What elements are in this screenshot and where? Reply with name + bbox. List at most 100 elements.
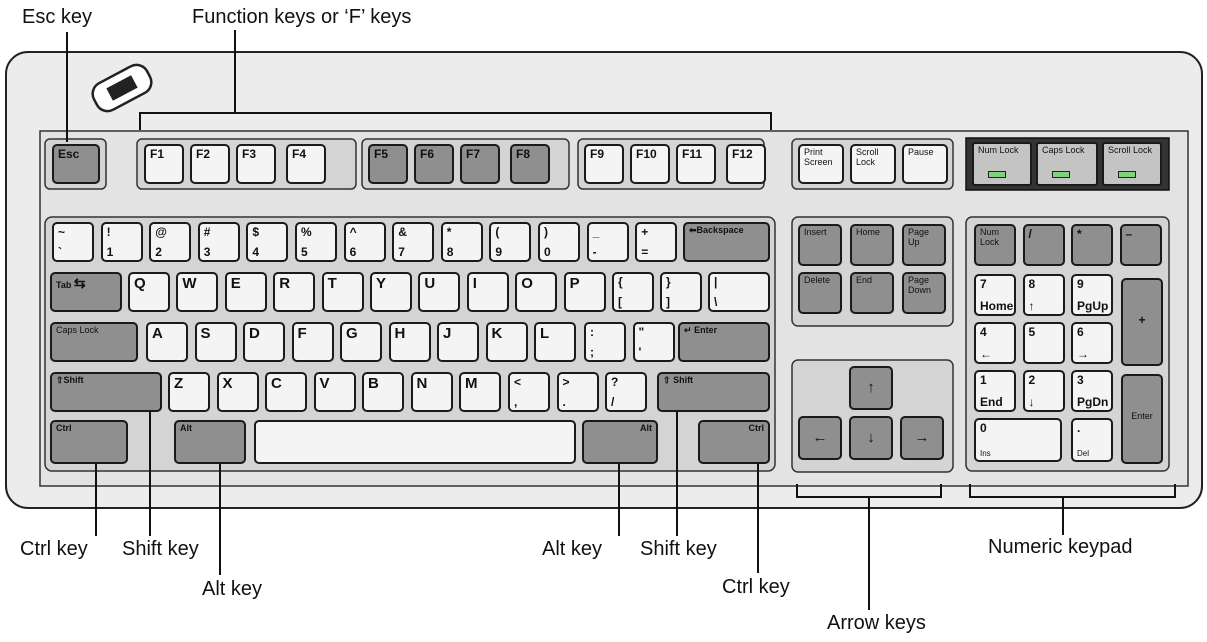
enter-key[interactable]: ↵ Enter [678,322,770,362]
number-row-key-2[interactable]: @2 [149,222,192,262]
letter-key-v[interactable]: V [313,372,356,412]
punctuation-key-home-1[interactable]: " ' [632,322,675,362]
letter-key-c[interactable]: C [265,372,307,412]
left-ctrl-key[interactable]: Ctrl [50,420,128,464]
number-row-key-8[interactable]: * 8 [440,222,483,262]
f3-key[interactable]: F3 [236,144,276,184]
print-screen-key[interactable]: Print Screen [798,144,844,184]
number-row-key-1[interactable]: ! 1 [100,222,143,262]
letter-key-s[interactable]: S [194,322,237,362]
numpad-enter-key[interactable]: Enter [1121,374,1163,464]
punctuation-key-bottom-2[interactable]: ? / [605,372,647,412]
bracket-key-1[interactable]: }] [660,272,702,312]
down-arrow-key[interactable]: ↓ [849,416,893,460]
home-key[interactable]: Home [850,224,894,266]
left-alt-key[interactable]: Alt [174,420,246,464]
numpad-minus-key[interactable]: – [1119,224,1162,266]
letter-key-t[interactable]: T [321,272,364,312]
number-row-key-6[interactable]: ^ 6 [343,222,386,262]
right-arrow-key[interactable]: → [900,416,944,460]
letter-key-n[interactable]: N [410,372,453,412]
scroll-lock-key[interactable]: Scroll Lock [850,144,896,184]
left-shift-key[interactable]: ⇧Shift [50,372,162,412]
f4-key[interactable]: F4 [286,144,326,184]
numpad-1-key[interactable]: 1 End [974,370,1016,412]
letter-key-j[interactable]: J [437,322,479,362]
numpad-num-lock-key[interactable]: Num Lock [974,224,1016,266]
letter-key-p[interactable]: P [563,272,606,312]
letter-key-i[interactable]: I [466,272,509,312]
letter-key-m[interactable]: M [459,372,501,412]
delete-key[interactable]: Delete [798,272,842,314]
letter-key-b[interactable]: B [362,372,404,412]
f5-key[interactable]: F5 [368,144,408,184]
letter-key-a[interactable]: A [146,322,188,362]
f12-key[interactable]: F12 [726,144,766,184]
f11-key[interactable]: F11 [676,144,716,184]
letter-key-d[interactable]: D [243,322,285,362]
f7-key[interactable]: F7 [460,144,500,184]
numpad-6-key[interactable]: 6 → [1071,322,1113,364]
numpad-dot-key[interactable]: . Del [1071,418,1113,462]
punctuation-key-bottom-0[interactable]: <, [508,372,550,412]
f8-key[interactable]: F8 [510,144,550,184]
up-arrow-key[interactable]: ↑ [849,366,893,410]
numpad-0-key[interactable]: 0 Ins [974,418,1062,462]
caps-lock-key[interactable]: Caps Lock [50,322,138,362]
numpad-multiply-key[interactable]: * [1071,224,1113,266]
letter-key-f[interactable]: F [291,322,334,362]
punctuation-key-home-0[interactable]: :; [584,322,626,362]
letter-key-o[interactable]: O [515,272,558,312]
letter-key-y[interactable]: Y [370,272,412,312]
right-alt-key[interactable]: Alt [582,420,658,464]
left-arrow-key[interactable]: ← [798,416,842,460]
number-row-key-5[interactable]: % 5 [295,222,337,262]
bracket-key-2[interactable]: | \ [708,272,770,312]
f10-key[interactable]: F10 [630,144,670,184]
number-row-key-3[interactable]: #3 [197,222,240,262]
numpad-8-key[interactable]: 8 ↑ [1022,274,1065,316]
numpad-plus-key[interactable]: + [1121,278,1163,366]
f6-key[interactable]: F6 [414,144,454,184]
number-row-key-4[interactable]: $4 [246,222,289,262]
right-shift-key[interactable]: ⇧ Shift [657,372,770,412]
page-up-key[interactable]: Page Up [902,224,946,266]
numpad-9-key[interactable]: 9 PgUp [1071,274,1113,316]
numpad-divide-key[interactable]: / [1022,224,1065,266]
number-row-key-12[interactable]: + = [635,222,678,262]
numpad-4-key[interactable]: 4 ← [974,322,1016,364]
letter-key-x[interactable]: X [216,372,259,412]
esc-key[interactable]: Esc [52,144,100,184]
page-down-key[interactable]: Page Down [902,272,946,314]
numpad-5-key[interactable]: 5 [1022,322,1065,364]
letter-key-z[interactable]: Z [168,372,210,412]
spacebar[interactable] [254,420,576,464]
numpad-3-key[interactable]: 3 PgDn [1071,370,1113,412]
number-row-key-7[interactable]: & 7 [392,222,435,262]
letter-key-e[interactable]: E [224,272,267,312]
number-row-key-9[interactable]: (9 [489,222,532,262]
end-key[interactable]: End [850,272,894,314]
number-row-key-10[interactable]: ) 0 [538,222,580,262]
pause-key[interactable]: Pause [902,144,948,184]
letter-key-l[interactable]: L [534,322,576,362]
letter-key-w[interactable]: W [176,272,219,312]
numpad-2-key[interactable]: 2 ↓ [1022,370,1065,412]
right-ctrl-key[interactable]: Ctrl [698,420,770,464]
f1-key[interactable]: F1 [144,144,184,184]
letter-key-q[interactable]: Q [128,272,170,312]
letter-key-h[interactable]: H [388,322,431,362]
number-row-key-11[interactable]: _ - [586,222,629,262]
numpad-7-key[interactable]: 7 Home [974,274,1016,316]
bracket-key-0[interactable]: {[ [612,272,654,312]
f2-key[interactable]: F2 [190,144,230,184]
insert-key[interactable]: Insert [798,224,842,266]
letter-key-g[interactable]: G [340,322,382,362]
letter-key-k[interactable]: K [485,322,528,362]
punctuation-key-bottom-1[interactable]: >. [556,372,599,412]
letter-key-u[interactable]: U [418,272,461,312]
letter-key-r[interactable]: R [273,272,316,312]
number-row-key-0[interactable]: ~ ` [52,222,94,262]
backspace-key[interactable]: ⬅Backspace [683,222,770,262]
f9-key[interactable]: F9 [584,144,624,184]
